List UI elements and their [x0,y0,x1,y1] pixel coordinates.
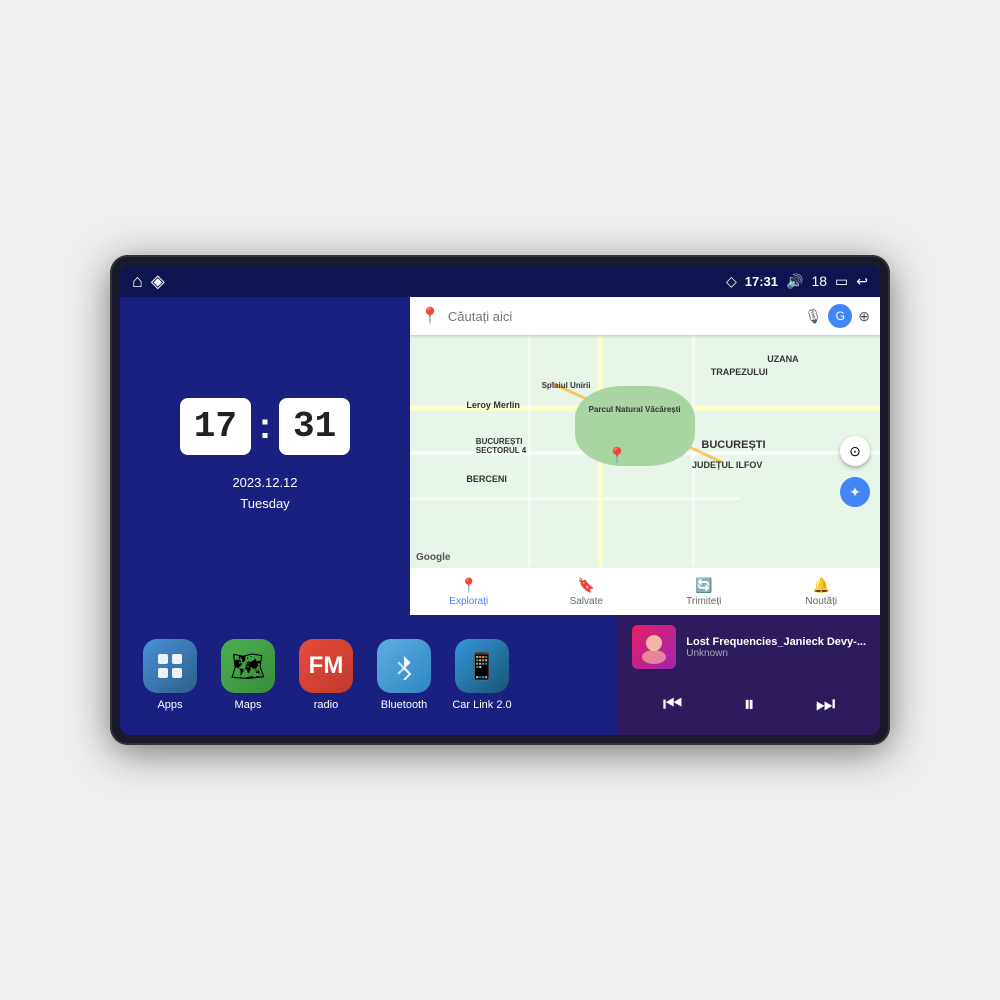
saved-label: Salvate [570,596,603,607]
map-bottom-nav: 📍 Explorați 🔖 Salvate 🔄 Trimiteți 🔔 Nout… [410,567,880,615]
map-label-ilfov: JUDEȚUL ILFOV [692,460,762,470]
car-unit-device: ⌂ ◈ ◇ 17:31 🔊 18 ▭ ↩ 17 : 31 [110,255,890,745]
carlink-icon-wrapper: 📱 [455,639,509,693]
clock-hour: 17 [180,398,251,455]
search-icons: 🎙 G ⊕ [804,304,870,328]
map-label-sector4: BUCUREȘTISECTORUL 4 [476,437,526,455]
main-content: 17 : 31 2023.12.12 Tuesday 📍 🎙 [120,297,880,615]
map-pin-icon: 📍 [420,306,440,326]
bluetooth-icon-wrapper [377,639,431,693]
left-panel: 17 : 31 2023.12.12 Tuesday [120,297,410,615]
app-icon-apps[interactable]: Apps [140,639,200,711]
map-background: BUCUREȘTI JUDEȚUL ILFOV Parcul Natural V… [410,335,880,567]
saved-icon: 🔖 [578,577,595,594]
carlink-icon: 📱 [466,651,498,682]
album-image [632,625,676,669]
apps-icon-wrapper [143,639,197,693]
album-art [632,625,676,669]
map-label-berceni: BERCENI [466,474,507,484]
clock-colon: : [259,405,271,447]
google-logo: Google [416,552,450,563]
map-label-splaiul: Splaiul Unirii [542,381,591,390]
app-icon-bluetooth[interactable]: Bluetooth [374,639,434,711]
map-location-button[interactable]: ✦ [840,477,870,507]
prev-button[interactable]: ⏮ [653,687,693,721]
music-artist: Unknown [686,648,866,659]
map-label-bucuresti: BUCUREȘTI [701,439,765,451]
map-nav-explore[interactable]: 📍 Explorați [410,568,528,615]
status-left-icons: ⌂ ◈ [132,271,165,292]
volume-icon[interactable]: 🔊 [786,273,803,290]
app-icon-maps[interactable]: 🗺 Maps [218,639,278,711]
app-icon-carlink[interactable]: 📱 Car Link 2.0 [452,639,512,711]
send-label: Trimiteți [686,596,721,607]
map-search-bar: 📍 🎙 G ⊕ [410,297,880,335]
map-panel: 📍 🎙 G ⊕ [410,297,880,615]
app-icon-radio[interactable]: FM radio [296,639,356,711]
mic-icon-button[interactable]: 🎙 [804,308,822,325]
battery-level: 18 [811,273,827,289]
map-nav-saved[interactable]: 🔖 Salvate [528,568,646,615]
radio-label: radio [314,699,338,711]
day-text: Tuesday [232,494,297,515]
album-art-inner [632,625,676,669]
music-title: Lost Frequencies_Janieck Devy-... [686,636,866,648]
layers-icon-button[interactable]: ⊕ [858,308,870,325]
map-location-pin: 📍 [607,446,627,466]
map-label-vacaresti: Parcul Natural Văcărești [589,405,681,414]
map-road [410,497,739,500]
apps-label: Apps [157,699,182,711]
carlink-label: Car Link 2.0 [452,699,511,711]
bluetooth-label: Bluetooth [381,699,427,711]
music-player: Lost Frequencies_Janieck Devy-... Unknow… [618,615,880,735]
play-pause-button[interactable]: ⏸ [734,687,765,721]
maps-label: Maps [235,699,262,711]
music-controls: ⏮ ⏸ ⏭ [632,683,866,725]
home-icon[interactable]: ⌂ [132,271,143,292]
apps-icon [156,652,184,680]
user-avatar[interactable]: G [828,304,852,328]
bottom-panel: Apps 🗺 Maps FM radio [120,615,880,735]
maps-pin-icon[interactable]: ◈ [151,271,165,292]
bluetooth-icon [390,652,418,680]
next-button[interactable]: ⏭ [806,687,846,721]
date-text: 2023.12.12 [232,473,297,494]
send-icon: 🔄 [695,577,712,594]
status-time: 17:31 [745,274,778,289]
news-icon: 🔔 [813,577,830,594]
map-road [528,335,531,567]
map-area[interactable]: BUCUREȘTI JUDEȚUL ILFOV Parcul Natural V… [410,335,880,567]
radio-icon: FM [309,652,344,680]
apps-area: Apps 🗺 Maps FM radio [120,615,618,735]
battery-icon: ▭ [835,273,848,290]
news-label: Noutăți [805,596,837,607]
map-label-uzana: UZANA [767,354,799,364]
clock-display: 17 : 31 [180,398,350,455]
gps-icon: ◇ [726,273,737,290]
explore-icon: 📍 [460,577,477,594]
status-bar: ⌂ ◈ ◇ 17:31 🔊 18 ▭ ↩ [120,265,880,297]
status-right-info: ◇ 17:31 🔊 18 ▭ ↩ [726,273,868,290]
map-label-trapezului: TRAPEZULUI [711,367,768,377]
music-info: Lost Frequencies_Janieck Devy-... Unknow… [686,636,866,659]
clock-widget: 17 : 31 2023.12.12 Tuesday [120,297,410,615]
date-display: 2023.12.12 Tuesday [232,473,297,515]
maps-icon-wrapper: 🗺 [221,639,275,693]
map-label-leroy: Leroy Merlin [466,400,520,410]
explore-label: Explorați [449,596,488,607]
map-nav-send[interactable]: 🔄 Trimiteți [645,568,763,615]
radio-icon-wrapper: FM [299,639,353,693]
map-nav-news[interactable]: 🔔 Noutăți [763,568,881,615]
map-search-input[interactable] [448,309,797,324]
park-area [575,386,695,466]
device-screen: ⌂ ◈ ◇ 17:31 🔊 18 ▭ ↩ 17 : 31 [120,265,880,735]
music-top: Lost Frequencies_Janieck Devy-... Unknow… [632,625,866,669]
clock-minute: 31 [279,398,350,455]
maps-icon: 🗺 [230,650,266,683]
back-icon[interactable]: ↩ [856,273,868,290]
map-compass-button[interactable]: ⊙ [840,436,870,466]
